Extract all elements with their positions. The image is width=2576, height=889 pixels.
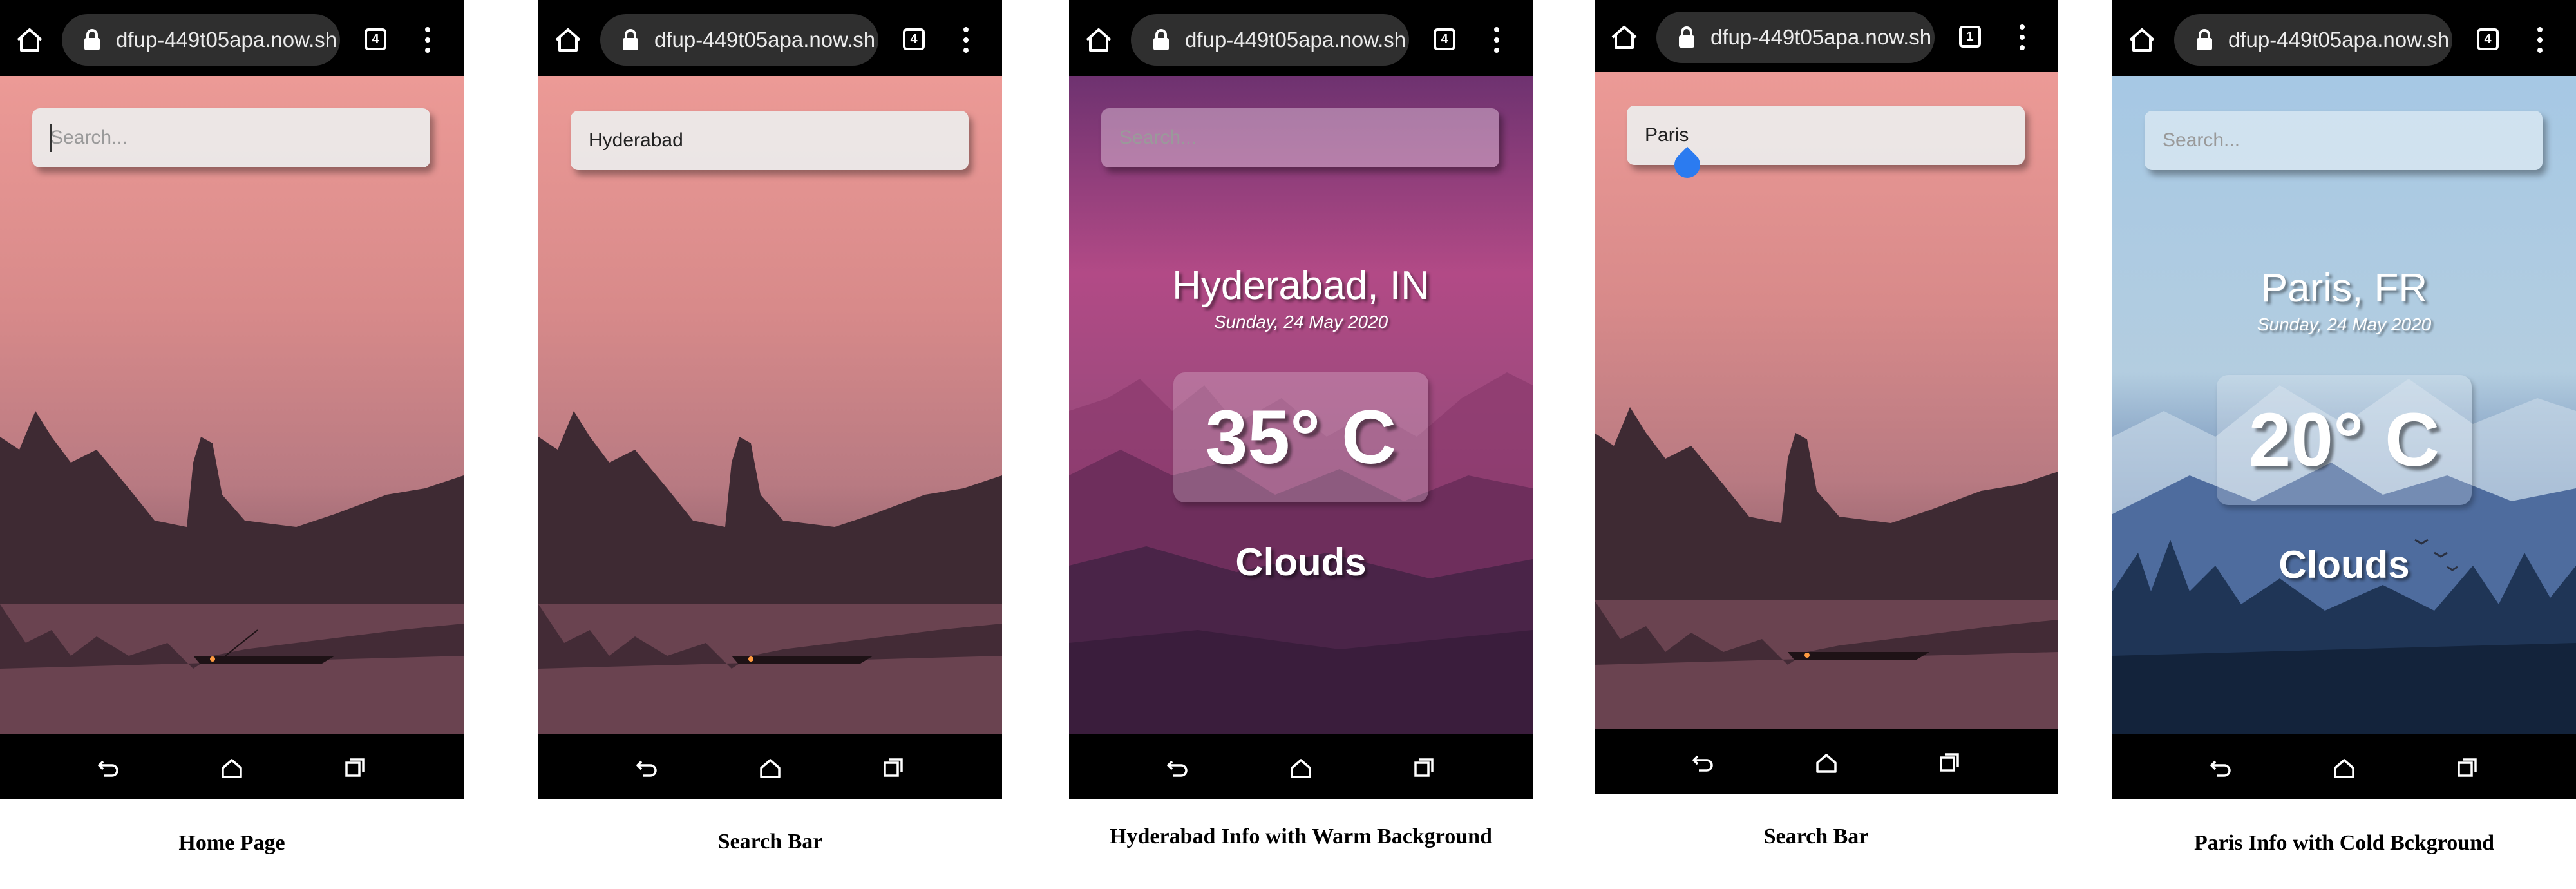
warm-landscape-background [1595, 72, 2058, 729]
tab-switcher-icon[interactable]: 4 [365, 28, 386, 50]
home-icon[interactable] [553, 24, 583, 55]
app-screen [0, 76, 464, 734]
tab-switcher-icon[interactable]: 1 [1959, 26, 1981, 48]
home-icon[interactable] [2126, 24, 2157, 55]
search-bar[interactable] [2145, 111, 2543, 170]
android-nav-bar [538, 734, 1002, 799]
temperature-card: 20° C [2217, 375, 2472, 505]
lock-icon [2197, 29, 2212, 50]
app-screen: Hyderabad, IN Sunday, 24 May 2020 35° C … [1069, 76, 1533, 734]
more-vert-icon[interactable] [420, 26, 435, 54]
lock-icon [1679, 26, 1694, 48]
search-bar[interactable] [571, 111, 969, 170]
tab-switcher-icon[interactable]: 4 [2477, 28, 2499, 50]
phone-search-hyderabad: dfup-449t05apa.now.sh 4 [538, 0, 1002, 799]
app-screen: Paris, FR Sunday, 24 May 2020 20° C Clou… [2112, 76, 2576, 734]
lock-icon [623, 29, 638, 50]
url-text: dfup-449t05apa.now.sh [116, 28, 337, 52]
tab-switcher-icon[interactable]: 4 [903, 28, 925, 50]
home-icon[interactable] [14, 24, 45, 55]
search-input[interactable] [2163, 111, 2523, 170]
phone-home-page: dfup-449t05apa.now.sh 4 [0, 0, 464, 799]
address-bar[interactable]: dfup-449t05apa.now.sh [1131, 14, 1409, 66]
url-text: dfup-449t05apa.now.sh [2228, 28, 2450, 52]
android-nav-bar [2112, 734, 2576, 799]
url-text: dfup-449t05apa.now.sh [1710, 25, 1932, 49]
tab-switcher-icon[interactable]: 4 [1434, 28, 1455, 50]
home-icon[interactable] [1083, 24, 1114, 55]
android-nav-bar [1595, 729, 2058, 794]
back-arrow-icon[interactable] [1690, 750, 1716, 776]
more-vert-icon[interactable] [2532, 26, 2548, 54]
caption-hyderabad-info: Hyderabad Info with Warm Background [1110, 825, 1492, 848]
back-arrow-icon[interactable] [1164, 755, 1190, 781]
app-screen [538, 76, 1002, 734]
date-text: Sunday, 24 May 2020 [2257, 314, 2432, 334]
text-cursor [50, 124, 52, 152]
url-text: dfup-449t05apa.now.sh [654, 28, 876, 52]
more-vert-icon[interactable] [958, 26, 974, 54]
caption-paris-info: Paris Info with Cold Bckground [2193, 831, 2495, 855]
search-input[interactable] [1645, 106, 2005, 165]
weather-condition: Clouds [2278, 543, 2410, 586]
warm-landscape-background [0, 76, 464, 734]
browser-toolbar: dfup-449t05apa.now.sh 4 [2112, 0, 2576, 76]
home-icon[interactable] [1609, 22, 1640, 53]
temperature-card: 35° C [1173, 372, 1428, 502]
android-nav-bar [1069, 734, 1533, 799]
address-bar[interactable]: dfup-449t05apa.now.sh [2174, 14, 2452, 66]
android-nav-bar [0, 734, 464, 799]
address-bar[interactable]: dfup-449t05apa.now.sh [62, 14, 340, 66]
browser-toolbar: dfup-449t05apa.now.sh 1 [1595, 0, 2058, 72]
back-arrow-icon[interactable] [2208, 755, 2233, 781]
lock-icon [84, 29, 100, 50]
temperature-value: 35° C [1205, 395, 1397, 480]
temperature-value: 20° C [2248, 397, 2440, 483]
search-bar[interactable] [1101, 108, 1499, 167]
search-input[interactable] [589, 111, 949, 170]
address-bar[interactable]: dfup-449t05apa.now.sh [1656, 12, 1935, 63]
caption-search-bar: Search Bar [717, 830, 823, 854]
caption-home-page: Home Page [178, 831, 285, 855]
more-vert-icon[interactable] [2014, 23, 2030, 52]
more-vert-icon[interactable] [1489, 26, 1504, 54]
caption-search-bar-paris: Search Bar [1763, 825, 1869, 848]
app-screen [1595, 72, 2058, 729]
recents-icon[interactable] [1937, 750, 1963, 776]
search-bar[interactable] [32, 108, 430, 167]
home-outline-icon[interactable] [219, 755, 245, 781]
recents-icon[interactable] [2455, 755, 2481, 781]
home-outline-icon[interactable] [1814, 750, 1839, 776]
browser-toolbar: dfup-449t05apa.now.sh 4 [0, 0, 464, 76]
weather-condition: Clouds [1235, 540, 1367, 584]
city-name: Hyderabad, IN [1172, 263, 1430, 308]
home-outline-icon[interactable] [2331, 755, 2357, 781]
browser-toolbar: dfup-449t05apa.now.sh 4 [1069, 0, 1533, 76]
lock-icon [1153, 29, 1169, 50]
back-arrow-icon[interactable] [95, 755, 121, 781]
phone-hyderabad-info: dfup-449t05apa.now.sh 4 Hyderabad, IN Su… [1069, 0, 1533, 799]
recents-icon[interactable] [1412, 755, 1437, 781]
search-input[interactable] [1119, 108, 1480, 167]
date-text: Sunday, 24 May 2020 [1213, 312, 1388, 332]
url-text: dfup-449t05apa.now.sh [1185, 28, 1406, 52]
home-outline-icon[interactable] [1288, 755, 1314, 781]
warm-landscape-background [538, 76, 1002, 734]
browser-toolbar: dfup-449t05apa.now.sh 4 [538, 0, 1002, 76]
recents-icon[interactable] [881, 755, 907, 781]
search-input[interactable] [50, 108, 411, 167]
phone-paris-info: dfup-449t05apa.now.sh 4 Paris, FR Sunday… [2112, 0, 2576, 799]
back-arrow-icon[interactable] [634, 755, 659, 781]
home-outline-icon[interactable] [757, 755, 783, 781]
city-name: Paris, FR [2260, 266, 2428, 311]
phone-search-paris: dfup-449t05apa.now.sh 1 [1595, 0, 2058, 794]
recents-icon[interactable] [343, 755, 368, 781]
address-bar[interactable]: dfup-449t05apa.now.sh [600, 14, 878, 66]
